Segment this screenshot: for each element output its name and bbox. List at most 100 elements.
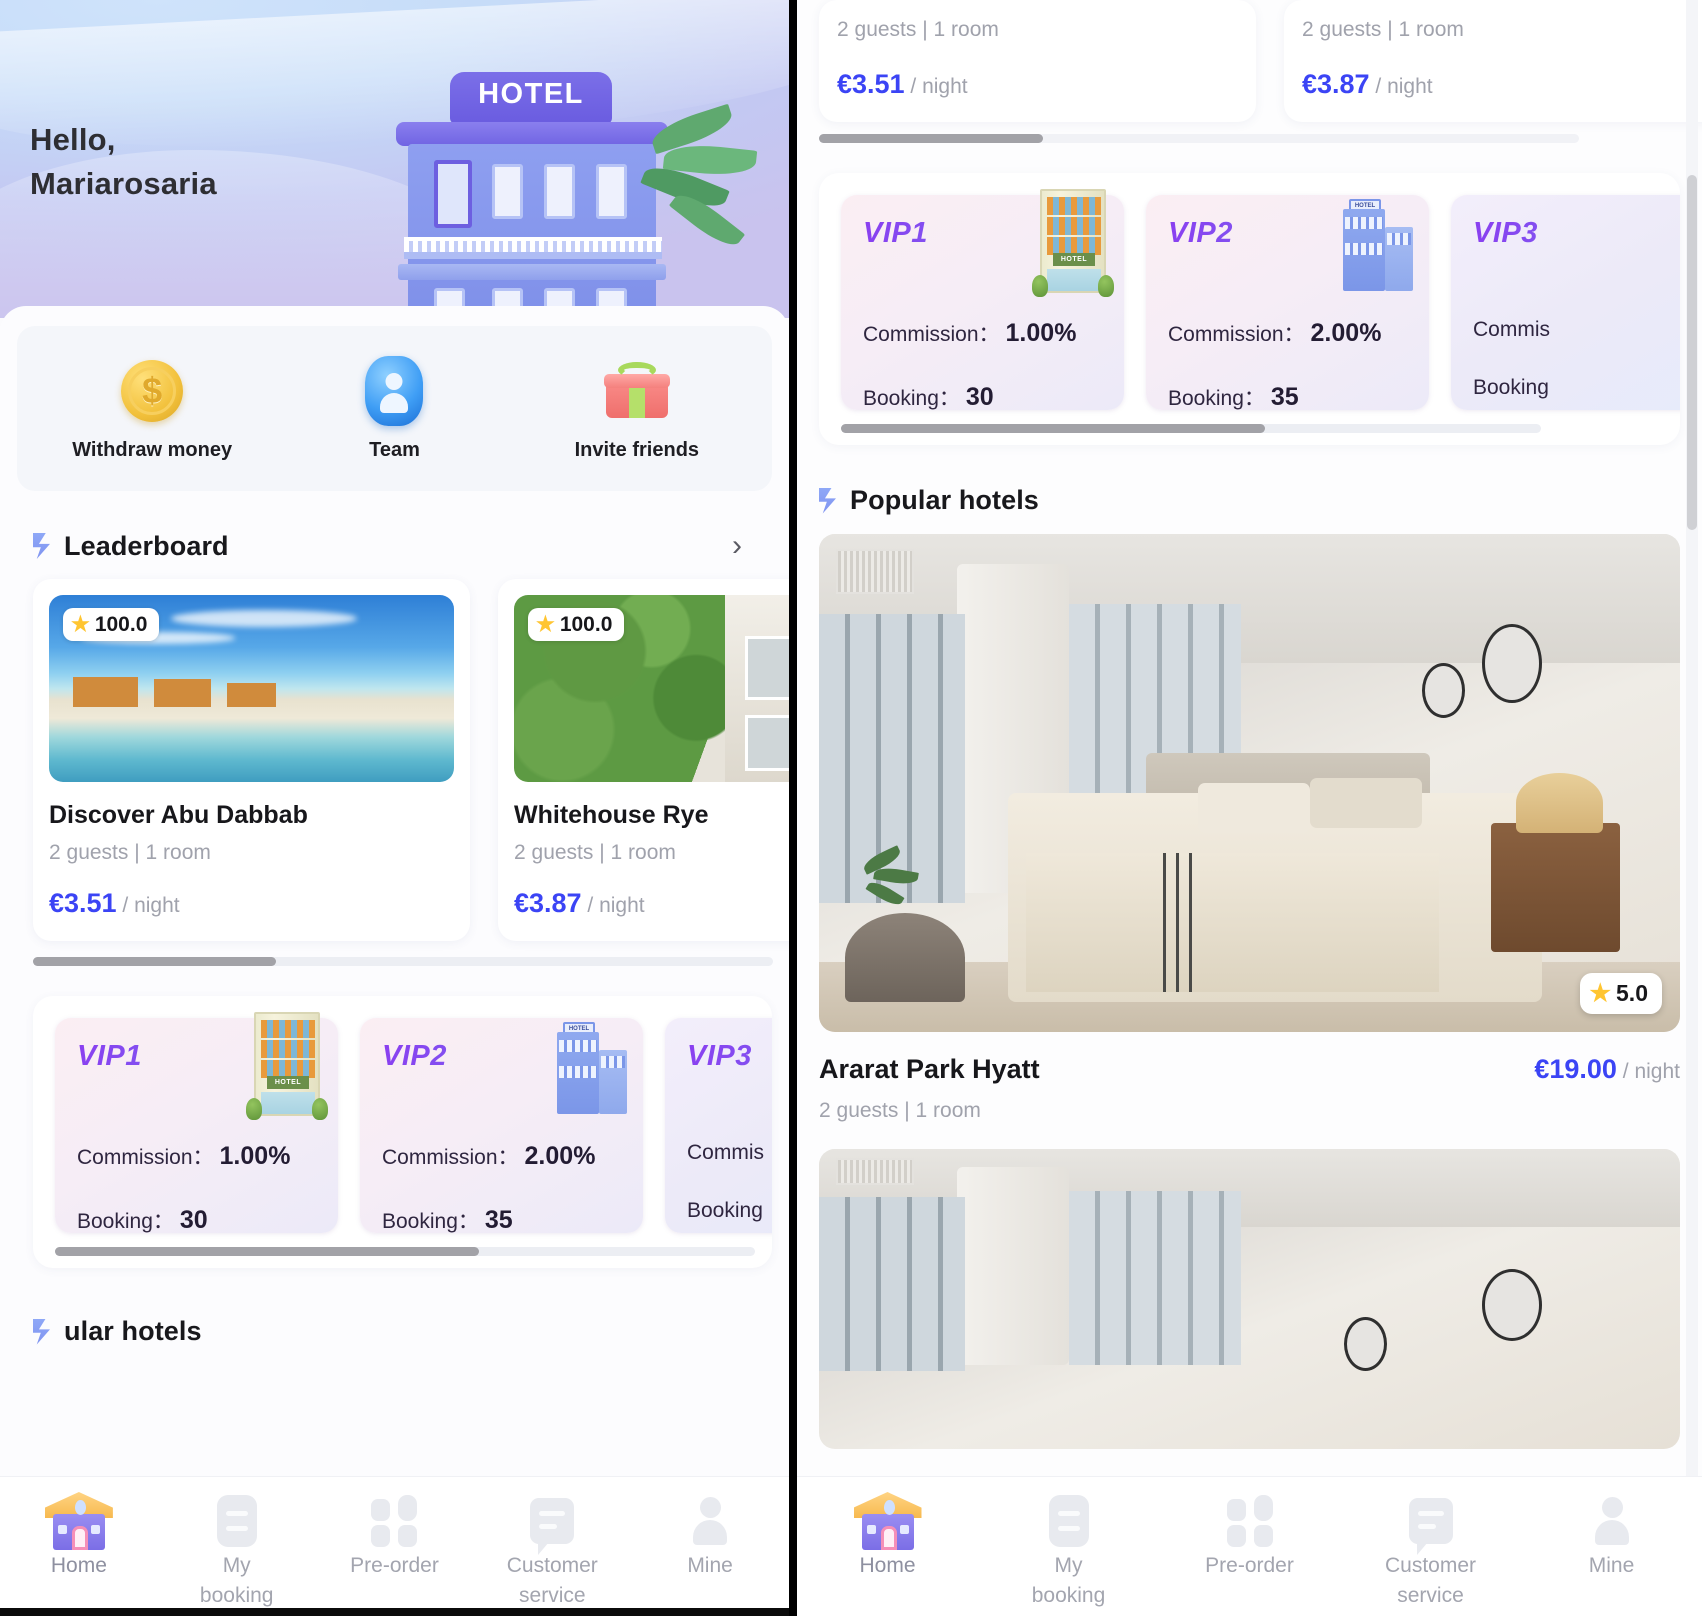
ceiling-vent bbox=[836, 548, 914, 594]
leaderboard-horizontal-scrollbar[interactable] bbox=[33, 957, 773, 966]
nav-item-my-booking[interactable]: My booking bbox=[158, 1491, 316, 1612]
hotel-price-row: €3.51 / night bbox=[837, 69, 1238, 100]
vip-commission-label: Commission： bbox=[382, 1146, 519, 1169]
hotel-occupancy: 2 guests | 1 room bbox=[1302, 18, 1464, 41]
hotel-price-row: €3.87 / night bbox=[1302, 69, 1702, 100]
vip-booking-value: 35 bbox=[1270, 383, 1299, 411]
leaderboard-card[interactable]: 2 guests | 1 room €3.51 / night bbox=[819, 0, 1256, 122]
vip-scroller[interactable]: VIP1 HOTEL Commission： 1.00% Booking： 30… bbox=[819, 189, 1680, 412]
hotel-occupancy: 2 guests | 1 room bbox=[49, 841, 211, 864]
grid-icon bbox=[1159, 1491, 1340, 1551]
user-avatar-icon bbox=[275, 355, 515, 427]
hotel-price-unit: / night bbox=[910, 75, 968, 98]
hotel-name: Ararat Park Hyatt bbox=[819, 1054, 1040, 1084]
vip-commission-value: 2.00% bbox=[524, 1142, 596, 1170]
quick-actions-bar: Withdraw money Team Invite frie bbox=[17, 326, 772, 491]
vip-horizontal-scrollbar[interactable] bbox=[841, 424, 1541, 433]
vip-card-1[interactable]: VIP1 HOTEL Commission： 1.00% Booking： 30 bbox=[841, 189, 1124, 411]
hotel-price: €3.51 bbox=[49, 888, 117, 918]
vip-scroller[interactable]: VIP1 HOTEL Commission： 1.00% Booking： 30… bbox=[33, 1012, 772, 1235]
document-icon bbox=[158, 1491, 316, 1551]
leaderboard-scroller[interactable]: ★ 100.0 Discover Abu Dabbab 2 guests | 1… bbox=[17, 579, 789, 941]
hotel-building-icon: HOTEL bbox=[244, 1004, 330, 1124]
chevron-right-icon[interactable]: › bbox=[732, 529, 742, 563]
quick-action-withdraw-money[interactable]: Withdraw money bbox=[32, 355, 272, 462]
nav-item-pre-order[interactable]: Pre-order bbox=[1159, 1491, 1340, 1581]
vip-booking-label: Booking bbox=[1473, 376, 1549, 399]
ribbon-icon bbox=[33, 1318, 50, 1345]
vip-card-1[interactable]: VIP1 HOTEL Commission： 1.00% Booking： 30 bbox=[55, 1012, 338, 1234]
section-title: ular hotels bbox=[64, 1316, 202, 1346]
popular-hotel-title-row: Ararat Park Hyatt €19.00 / night bbox=[819, 1054, 1680, 1085]
nav-item-customer-service[interactable]: Customer service bbox=[1340, 1491, 1521, 1612]
leaderboard-card[interactable]: ★ 100.0 Whitehouse Rye 2 guests | 1 room… bbox=[498, 579, 789, 941]
nav-item-mine[interactable]: Mine bbox=[631, 1491, 789, 1581]
quick-action-label: Invite friends bbox=[574, 439, 700, 461]
hotel-price-unit: / night bbox=[1375, 75, 1433, 98]
vip-booking-row: Booking： 35 bbox=[382, 1205, 643, 1235]
nav-label: My bbox=[1054, 1554, 1083, 1577]
quick-action-team[interactable]: Team bbox=[275, 355, 515, 462]
house-icon bbox=[0, 1491, 158, 1551]
leaderboard-card[interactable]: 2 guests | 1 room €3.87 / night bbox=[1284, 0, 1702, 122]
greeting-text: Hello, Mariarosaria bbox=[30, 118, 217, 206]
nav-label: Home bbox=[859, 1554, 916, 1577]
vip-booking-value: 35 bbox=[484, 1206, 513, 1234]
hotel-price-row: €19.00 / night bbox=[1534, 1054, 1680, 1085]
hotel-price-unit: / night bbox=[122, 894, 180, 917]
vip-card-3[interactable]: VIP3 Commis Booking bbox=[1451, 195, 1680, 410]
bottom-navigation-bar: Home My booking Pre-order Customer servi… bbox=[797, 1476, 1702, 1616]
vip-commission-row: Commission： 2.00% bbox=[1168, 318, 1429, 348]
person-icon bbox=[1521, 1491, 1702, 1551]
hotel-thumbnail: ★ 100.0 bbox=[514, 595, 789, 782]
vip-commission-row: Commis bbox=[687, 1141, 772, 1165]
popular-hotel-card[interactable]: ★ 5.0 Ararat Park Hyatt €19.00 / night 2… bbox=[819, 534, 1680, 1123]
nav-label: Mine bbox=[1588, 1554, 1635, 1577]
vip-commission-label: Commis bbox=[687, 1141, 764, 1164]
vip-horizontal-scrollbar[interactable] bbox=[55, 1247, 755, 1256]
quick-action-invite-friends[interactable]: Invite friends bbox=[517, 355, 757, 462]
hotel-room-photo: ★ 5.0 bbox=[819, 534, 1680, 1032]
hotel-building-icon: HOTEL bbox=[1030, 181, 1116, 301]
nav-label: My bbox=[222, 1554, 251, 1577]
vip-card-3[interactable]: VIP3 Commis Booking bbox=[665, 1018, 772, 1233]
vip-card-2[interactable]: VIP2 HOTEL Commission： 2.00% Booking： 35 bbox=[1146, 195, 1429, 412]
hotel-building-icon: HOTEL bbox=[549, 1004, 635, 1124]
vip-card-2[interactable]: VIP2 HOTEL Commission： 2.00% Booking： 35 bbox=[360, 1018, 643, 1235]
vip-commission-value: 1.00% bbox=[219, 1142, 291, 1170]
nav-item-home[interactable]: Home bbox=[797, 1491, 978, 1581]
star-icon: ★ bbox=[71, 613, 90, 636]
leaderboard-horizontal-scrollbar[interactable] bbox=[819, 134, 1579, 143]
chat-icon bbox=[473, 1491, 631, 1555]
vip-booking-row: Booking： 35 bbox=[1168, 382, 1429, 412]
vertical-scrollbar[interactable] bbox=[1686, 0, 1698, 1616]
nav-label: Mine bbox=[687, 1554, 733, 1577]
panel-divider bbox=[789, 0, 797, 1616]
vip-booking-label: Booking： bbox=[77, 1210, 174, 1233]
hotel-window bbox=[492, 164, 523, 219]
vip-commission-label: Commission： bbox=[1168, 323, 1305, 346]
nav-item-my-booking[interactable]: My booking bbox=[978, 1491, 1159, 1612]
leaderboard-card[interactable]: ★ 100.0 Discover Abu Dabbab 2 guests | 1… bbox=[33, 579, 470, 941]
nav-label: Pre-order bbox=[1205, 1554, 1294, 1577]
nav-item-home[interactable]: Home bbox=[0, 1491, 158, 1581]
nav-item-mine[interactable]: Mine bbox=[1521, 1491, 1702, 1581]
section-title: Leaderboard bbox=[64, 530, 229, 561]
vip-booking-label: Booking bbox=[687, 1199, 763, 1222]
nav-item-customer-service[interactable]: Customer service bbox=[473, 1491, 631, 1612]
bottom-navigation-bar: Home My booking Pre-order Customer servi… bbox=[0, 1476, 789, 1616]
nav-item-pre-order[interactable]: Pre-order bbox=[316, 1491, 474, 1581]
vip-booking-value: 30 bbox=[965, 383, 994, 411]
popular-hotel-card-next[interactable] bbox=[819, 1149, 1680, 1449]
vip-booking-row: Booking bbox=[687, 1199, 772, 1223]
right-panel-content: 2 guests | 1 room €3.51 / night 2 guests… bbox=[797, 0, 1702, 1449]
vip-level-label: VIP3 bbox=[1473, 217, 1680, 250]
star-icon: ★ bbox=[536, 613, 555, 636]
greeting-line-1: Hello, bbox=[30, 122, 116, 157]
chat-icon bbox=[1340, 1491, 1521, 1555]
vip-commission-label: Commis bbox=[1473, 318, 1550, 341]
right-app-panel: 2 guests | 1 room €3.51 / night 2 guests… bbox=[797, 0, 1702, 1616]
leaderboard-scroller-right[interactable]: 2 guests | 1 room €3.51 / night 2 guests… bbox=[819, 0, 1702, 122]
hotel-price-unit: / night bbox=[587, 894, 645, 917]
vip-commission-value: 2.00% bbox=[1310, 319, 1382, 347]
